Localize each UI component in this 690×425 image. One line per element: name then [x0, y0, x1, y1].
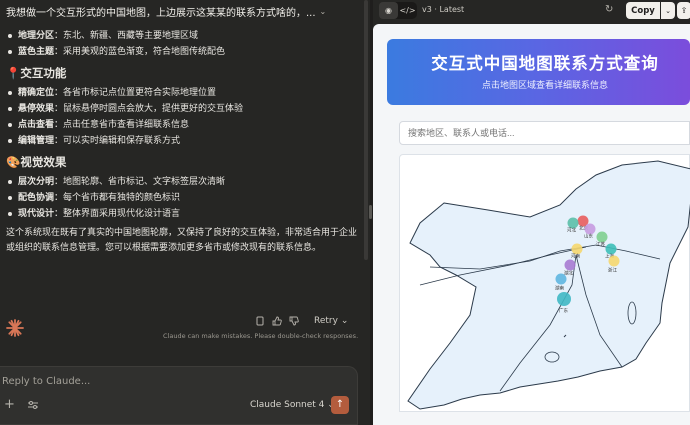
marker-label: 山东	[584, 233, 593, 240]
marker-label: 广东	[559, 307, 568, 314]
list-item: 现代设计：整体界面采用现代化设计语言	[6, 206, 361, 222]
chevron-down-icon: ⌄	[340, 316, 349, 326]
marker-8[interactable]	[564, 259, 576, 271]
artifact-toolbar: ◉ </> v3 · Latest ↻ Copy ⌄ ⇪	[373, 0, 690, 22]
arrow-up-icon: ↑	[335, 399, 345, 410]
header-banner: 交互式中国地图联系方式查询 点击地图区域查看详细联系信息	[387, 39, 690, 105]
island-hainan	[544, 351, 560, 363]
copy-options-chevron-icon[interactable]: ⌄	[661, 2, 675, 19]
list-item: 蓝色主题：采用美观的蓝色渐变，符合地图传统配色	[6, 44, 361, 60]
marker-label: 河北	[567, 227, 576, 234]
marker-label: 河南	[571, 253, 580, 260]
app-window: 我想做一个交互形式的中国地图，上边展示这某某的联系方式啥的，... ⌄ 地理分区…	[0, 0, 690, 425]
chat-panel: 我想做一个交互形式的中国地图，上边展示这某某的联系方式啥的，... ⌄ 地理分区…	[0, 0, 370, 425]
copy-icon[interactable]	[255, 316, 265, 326]
chevron-down-icon: ⌄	[319, 6, 327, 16]
thumbs-down-icon[interactable]	[289, 316, 299, 326]
claude-logo-icon	[6, 319, 24, 337]
closing-paragraph: 这个系统现在既有了真实的中国地图轮廓，又保持了良好的交互体验，非常适合用于企业或…	[6, 228, 358, 253]
share-icon[interactable]: ⇪	[677, 2, 690, 19]
map-container: 北京 河北 山东 江苏 河南 上海 浙江 湖北 湖南 广东	[399, 154, 690, 412]
disclaimer-text: Claude can make mistakes. Please double-…	[163, 332, 359, 340]
list-item: 悬停效果：鼠标悬停时圆点会放大，提供更好的交互体验	[6, 101, 361, 117]
marker-6[interactable]	[605, 243, 617, 255]
marker-label: 浙江	[608, 267, 617, 274]
list-item: 精确定位：各省市标记点位置更符合实际地理位置	[6, 85, 361, 101]
list-item: 地理分区：东北、新疆、西藏等主要地理区域	[6, 28, 361, 44]
map-outline	[407, 160, 690, 410]
marker-2[interactable]	[567, 217, 579, 229]
preview-tab[interactable]: ◉	[379, 2, 398, 19]
send-button[interactable]: ↑	[331, 396, 349, 414]
marker-4[interactable]	[596, 231, 608, 243]
refresh-icon[interactable]: ↻	[605, 4, 613, 15]
marker-7[interactable]	[608, 255, 620, 267]
china-map[interactable]: 北京河北山东江苏河南 上海浙江湖北湖南广东	[400, 155, 690, 413]
search-input[interactable]	[399, 121, 690, 145]
island-taiwan	[627, 301, 637, 325]
list-item: 点击查看：点击任意省市查看详细联系信息	[6, 117, 361, 133]
list-item: 配色协调：每个省市都有独特的颜色标识	[6, 190, 361, 206]
section-heading-interaction: 📍交互功能	[6, 66, 67, 80]
palette-emoji-icon: 🎨	[6, 155, 21, 169]
thumbs-up-icon[interactable]	[272, 316, 282, 326]
pin-emoji-icon: 📍	[6, 66, 21, 80]
composer: Reply to Claude... + Claude Sonnet 4 ⌄ ↑	[0, 366, 358, 425]
chat-scrollbar[interactable]	[364, 0, 368, 260]
plus-icon[interactable]: +	[4, 398, 16, 411]
eye-icon: ◉	[385, 6, 392, 15]
section-heading-visual: 🎨视觉效果	[6, 155, 67, 169]
conversation-title-button[interactable]: 我想做一个交互形式的中国地图，上边展示这某某的联系方式啥的，... ⌄	[0, 0, 370, 22]
assistant-message: 地理分区：东北、新疆、西藏等主要地理区域 蓝色主题：采用美观的蓝色渐变，符合地图…	[6, 28, 361, 256]
conversation-title: 我想做一个交互形式的中国地图，上边展示这某某的联系方式啥的，...	[6, 7, 316, 19]
marker-9[interactable]	[555, 273, 567, 285]
marker-3[interactable]	[584, 223, 596, 235]
model-selector[interactable]: Claude Sonnet 4 ⌄	[250, 400, 335, 410]
version-label[interactable]: v3 · Latest	[422, 5, 464, 14]
message-actions: Retry ⌄	[255, 316, 348, 326]
view-toggle: ◉ </>	[379, 2, 417, 19]
artifact-preview: 交互式中国地图联系方式查询 点击地图区域查看详细联系信息 北京河北山东江苏河南上…	[373, 24, 690, 425]
artifact-panel: ◉ </> v3 · Latest ↻ Copy ⌄ ⇪ 交互式中国地图联系方式…	[373, 0, 690, 425]
page-subtitle: 点击地图区域查看详细联系信息	[481, 81, 608, 91]
code-tab[interactable]: </>	[398, 2, 417, 19]
marker-5[interactable]	[571, 243, 583, 255]
marker-label: 江苏	[596, 241, 605, 248]
marker-10[interactable]	[557, 292, 571, 306]
list-item: 层次分明：地图轮廓、省市标记、文字标签层次清晰	[6, 174, 361, 190]
marker-label: 湖南	[555, 285, 564, 292]
marker-label: 湖北	[564, 270, 573, 277]
visual-list: 层次分明：地图轮廓、省市标记、文字标签层次清晰 配色协调：每个省市都有独特的颜色…	[6, 174, 361, 222]
code-icon: </>	[399, 6, 416, 15]
page-title: 交互式中国地图联系方式查询	[431, 54, 659, 73]
retry-button[interactable]: Retry ⌄	[314, 316, 348, 326]
interaction-list: 精确定位：各省市标记点位置更符合实际地理位置 悬停效果：鼠标悬停时圆点会放大，提…	[6, 85, 361, 149]
pane-resize-handle[interactable]	[369, 205, 372, 219]
copy-button[interactable]: Copy	[626, 2, 660, 19]
sliders-icon[interactable]	[26, 399, 40, 411]
design-list: 地理分区：东北、新疆、西藏等主要地理区域 蓝色主题：采用美观的蓝色渐变，符合地图…	[6, 28, 361, 60]
list-item: 编辑管理：可以实时编辑和保存联系方式	[6, 133, 361, 149]
reply-input[interactable]: Reply to Claude...	[2, 376, 90, 387]
